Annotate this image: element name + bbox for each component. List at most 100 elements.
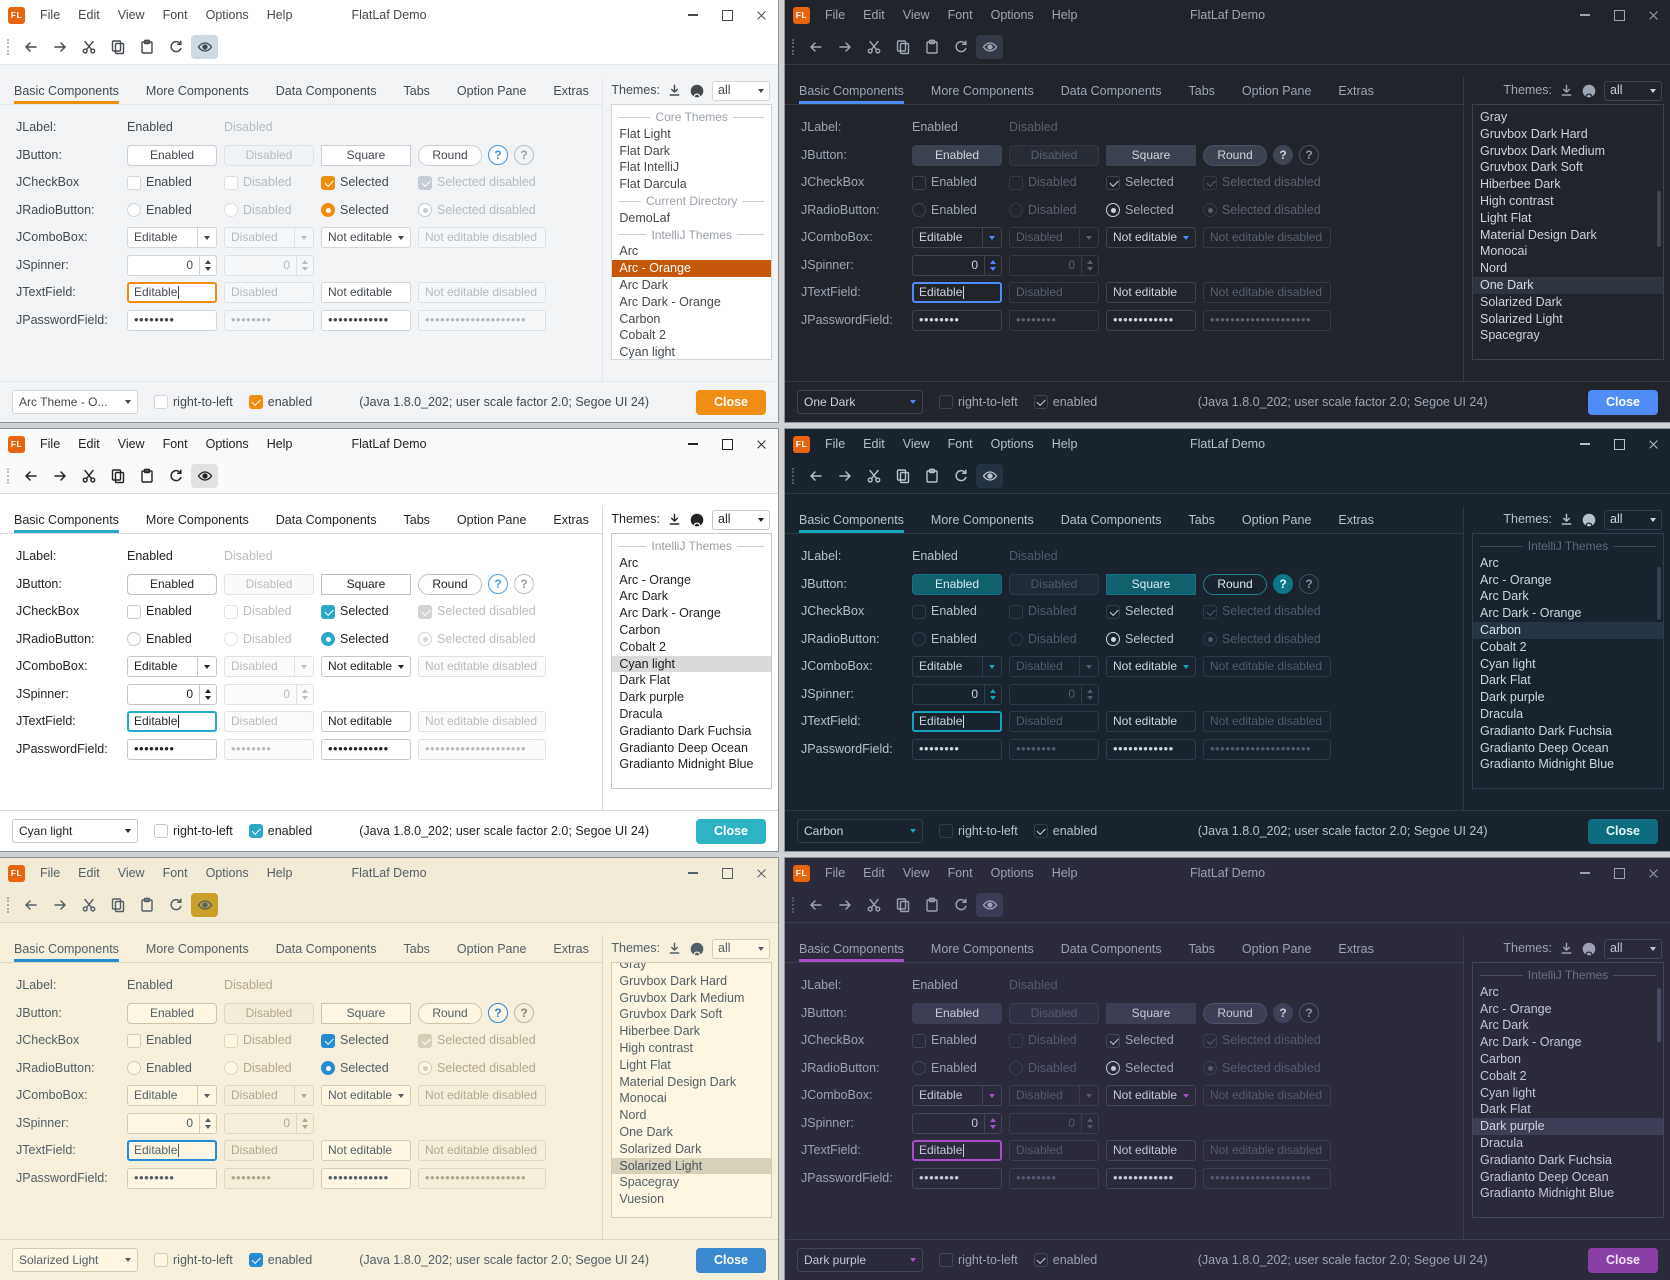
jcombobox-editable[interactable]: Editable <box>912 1085 1002 1106</box>
tab-more-components[interactable]: More Components <box>146 936 249 962</box>
right-to-left-checkbox[interactable]: right-to-left <box>154 395 233 410</box>
jspinner-enabled[interactable]: 0 <box>912 684 1002 705</box>
menu-file[interactable]: File <box>31 0 69 30</box>
jpasswordfield-enabled[interactable]: •••••••• <box>127 310 217 331</box>
theme-list-item[interactable]: Carbon <box>1473 1051 1663 1068</box>
theme-list-item[interactable]: Carbon <box>612 622 771 639</box>
theme-list-item[interactable]: Arc Dark <box>1473 1017 1663 1034</box>
theme-filter-select[interactable]: all <box>712 939 770 959</box>
theme-list-item[interactable]: Monocai <box>1473 243 1663 260</box>
paste-button[interactable] <box>918 35 945 59</box>
help-button-secondary[interactable]: ? <box>1299 574 1319 594</box>
menu-options[interactable]: Options <box>982 429 1043 459</box>
jbutton-square[interactable]: Square <box>1106 1003 1196 1024</box>
jcheckbox-selected[interactable]: Selected <box>321 1033 389 1048</box>
tab-extras[interactable]: Extras <box>553 507 588 533</box>
menu-edit[interactable]: Edit <box>69 858 109 888</box>
help-button-secondary[interactable]: ? <box>514 145 534 165</box>
jbutton-enabled[interactable]: Enabled <box>127 1003 217 1024</box>
menu-help[interactable]: Help <box>1043 429 1087 459</box>
tab-extras[interactable]: Extras <box>1338 936 1373 962</box>
menu-file[interactable]: File <box>816 429 854 459</box>
jcombobox-not-editable[interactable]: Not editable <box>321 1085 411 1106</box>
jcheckbox-selected[interactable]: Selected <box>1106 1033 1174 1048</box>
theme-list-item[interactable]: Hiberbee Dark <box>612 1023 771 1040</box>
jspinner-enabled[interactable]: 0 <box>127 1113 217 1134</box>
theme-list-item[interactable]: Cobalt 2 <box>612 639 771 656</box>
tab-basic-components[interactable]: Basic Components <box>799 78 904 104</box>
jtextfield-editable[interactable]: Editable <box>127 711 217 732</box>
refresh-button[interactable] <box>162 464 189 488</box>
help-button[interactable]: ? <box>488 1003 508 1023</box>
tab-extras[interactable]: Extras <box>1338 507 1373 533</box>
right-to-left-checkbox[interactable]: right-to-left <box>939 824 1018 839</box>
menu-font[interactable]: Font <box>154 429 197 459</box>
enabled-checkbox[interactable]: enabled <box>249 1253 313 1268</box>
close-window-button[interactable] <box>744 858 778 888</box>
theme-combobox[interactable]: Carbon <box>797 819 923 843</box>
close-button[interactable]: Close <box>1588 390 1658 415</box>
jcheckbox-selected[interactable]: Selected <box>321 604 389 619</box>
jcheckbox-selected[interactable]: Selected <box>1106 604 1174 619</box>
jpasswordfield-not-editable[interactable]: •••••••••••• <box>1106 739 1196 760</box>
forward-button[interactable] <box>46 893 73 917</box>
theme-list-item[interactable]: Arc - Orange <box>612 572 771 589</box>
menu-file[interactable]: File <box>816 858 854 888</box>
tab-basic-components[interactable]: Basic Components <box>799 507 904 533</box>
forward-button[interactable] <box>831 464 858 488</box>
jcheckbox-selected[interactable]: Selected <box>1106 175 1174 190</box>
jtextfield-editable[interactable]: Editable <box>912 1140 1002 1161</box>
tab-extras[interactable]: Extras <box>553 936 588 962</box>
forward-button[interactable] <box>831 893 858 917</box>
jradiobutton-selected[interactable]: Selected <box>1106 203 1174 218</box>
jradiobutton-enabled[interactable]: Enabled <box>127 1061 192 1076</box>
jtextfield-not-editable[interactable]: Not editable <box>1106 282 1196 303</box>
jradiobutton-selected[interactable]: Selected <box>1106 1061 1174 1076</box>
tab-more-components[interactable]: More Components <box>931 936 1034 962</box>
close-button[interactable]: Close <box>696 819 766 844</box>
theme-list-item[interactable]: Gruvbox Dark Medium <box>1473 143 1663 160</box>
paste-button[interactable] <box>918 464 945 488</box>
menu-font[interactable]: Font <box>154 858 197 888</box>
maximize-button[interactable] <box>1602 0 1636 30</box>
close-window-button[interactable] <box>1636 429 1670 459</box>
download-icon[interactable] <box>667 941 682 956</box>
help-button-secondary[interactable]: ? <box>1299 145 1319 165</box>
theme-list-item[interactable]: Carbon <box>1473 622 1663 639</box>
github-icon[interactable] <box>689 83 705 99</box>
theme-list-item[interactable]: Light Flat <box>1473 210 1663 227</box>
jradiobutton-enabled[interactable]: Enabled <box>127 203 192 218</box>
jbutton-round[interactable]: Round <box>418 574 482 595</box>
help-button[interactable]: ? <box>488 574 508 594</box>
theme-list-item[interactable]: Cobalt 2 <box>612 327 771 344</box>
theme-filter-select[interactable]: all <box>1604 81 1662 101</box>
toolbar-grip[interactable] <box>7 897 9 913</box>
theme-list-item[interactable]: Gradianto Deep Ocean <box>612 740 771 757</box>
theme-combobox[interactable]: One Dark <box>797 390 923 414</box>
back-button[interactable] <box>802 893 829 917</box>
github-icon[interactable] <box>1581 512 1597 528</box>
cut-button[interactable] <box>75 464 102 488</box>
scrollbar-thumb[interactable] <box>1657 191 1661 247</box>
theme-list-item[interactable]: Cobalt 2 <box>1473 1068 1663 1085</box>
maximize-button[interactable] <box>710 0 744 30</box>
minimize-button[interactable] <box>676 429 710 459</box>
theme-list-item[interactable]: Nord <box>612 1107 771 1124</box>
toolbar-grip[interactable] <box>7 39 9 55</box>
theme-filter-select[interactable]: all <box>712 81 770 101</box>
theme-list-item[interactable]: Gradianto Dark Fuchsia <box>1473 723 1663 740</box>
spinner-arrows-icon[interactable] <box>199 685 216 704</box>
theme-list-item[interactable]: Arc - Orange <box>612 260 771 277</box>
theme-list-item[interactable]: Gruvbox Dark Soft <box>1473 159 1663 176</box>
download-icon[interactable] <box>1559 941 1574 956</box>
theme-list-item[interactable]: Gradianto Deep Ocean <box>1473 740 1663 757</box>
theme-list-item[interactable]: One Dark <box>1473 277 1663 294</box>
theme-filter-select[interactable]: all <box>1604 510 1662 530</box>
menu-help[interactable]: Help <box>258 429 302 459</box>
theme-list-item[interactable]: Solarized Dark <box>1473 294 1663 311</box>
jtextfield-editable[interactable]: Editable <box>127 282 217 303</box>
minimize-button[interactable] <box>676 0 710 30</box>
theme-list-item[interactable]: Dracula <box>1473 1135 1663 1152</box>
menu-font[interactable]: Font <box>154 0 197 30</box>
tab-data-components[interactable]: Data Components <box>276 78 377 104</box>
